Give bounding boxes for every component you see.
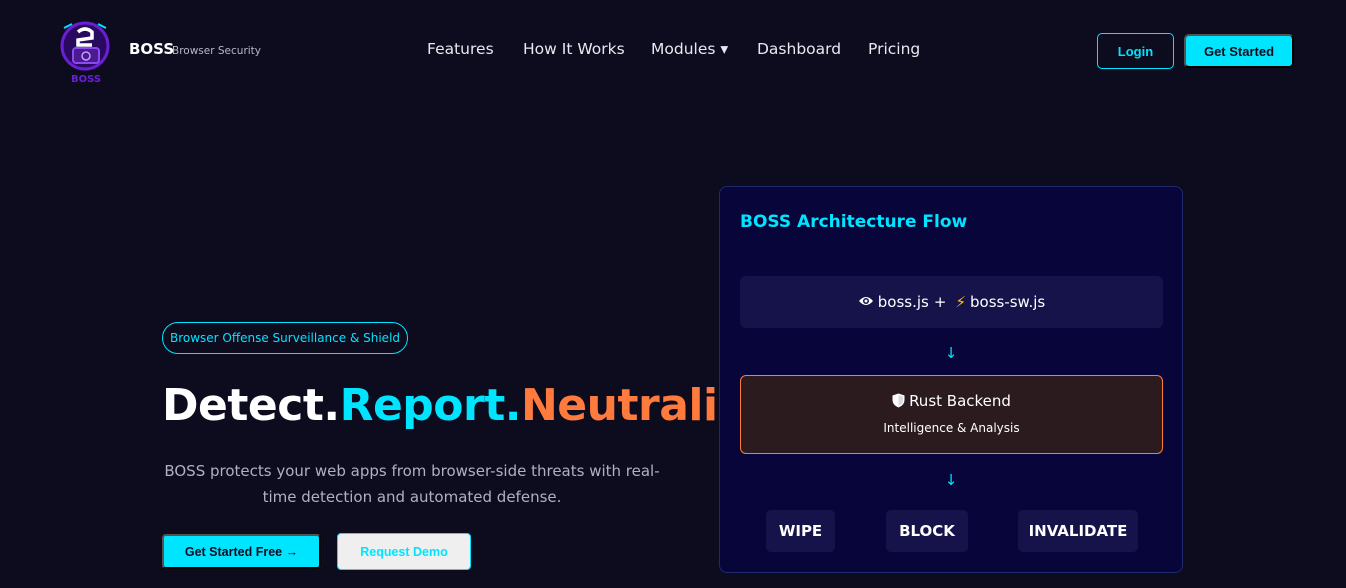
shield-icon (892, 393, 905, 412)
logo-text: BOSS (71, 74, 101, 84)
client-separator: + (933, 293, 947, 311)
action-wipe: WIPE (766, 510, 835, 552)
client-script-boss-js: boss.js (877, 293, 929, 311)
backend-subtitle: Intelligence & Analysis (883, 421, 1020, 435)
client-script-boss-sw-js: boss-sw.js (970, 293, 1046, 311)
hero-headline: Detect.Report.Neutralize. (162, 380, 789, 431)
site-header: BOSS BOSS Browser Security Features How … (0, 0, 1346, 100)
backend-title-row: Rust Backend (741, 392, 1162, 412)
client-scripts-box: boss.js + ⚡ boss-sw.js (740, 276, 1163, 328)
architecture-title: BOSS Architecture Flow (740, 212, 968, 232)
nav-pricing[interactable]: Pricing (868, 40, 920, 58)
action-block: BLOCK (886, 510, 968, 552)
nav-how-it-works[interactable]: How It Works (523, 40, 625, 58)
brand-name[interactable]: BOSS (129, 40, 174, 58)
tagline-badge: Browser Offense Surveillance & Shield (162, 322, 408, 354)
brand-subtitle: Browser Security (172, 45, 262, 57)
flow-arrow-2: ↓ (944, 471, 958, 489)
headline-detect: Detect. (162, 380, 340, 431)
headline-report: Report. (339, 380, 522, 431)
request-demo-button[interactable]: Request Demo (337, 533, 471, 570)
flow-arrow-1: ↓ (944, 344, 958, 362)
rust-backend-box: Rust Backend Intelligence & Analysis (740, 375, 1163, 454)
hero-description: BOSS protects your web apps from browser… (164, 462, 660, 506)
nav-modules-dropdown[interactable]: Modules ▾ (651, 40, 728, 58)
architecture-card: BOSS Architecture Flow boss.js + ⚡ boss-… (719, 186, 1183, 573)
boss-logo-icon[interactable]: BOSS (56, 18, 118, 85)
eye-icon (858, 293, 874, 311)
action-invalidate: INVALIDATE (1018, 510, 1138, 552)
get-started-button[interactable]: Get Started (1184, 34, 1294, 68)
nav-features[interactable]: Features (427, 40, 494, 58)
get-started-free-button[interactable]: Get Started Free → (162, 534, 321, 569)
lightning-icon: ⚡ (955, 293, 966, 311)
backend-title: Rust Backend (909, 392, 1011, 410)
login-button[interactable]: Login (1097, 33, 1174, 69)
nav-dashboard[interactable]: Dashboard (757, 40, 841, 58)
